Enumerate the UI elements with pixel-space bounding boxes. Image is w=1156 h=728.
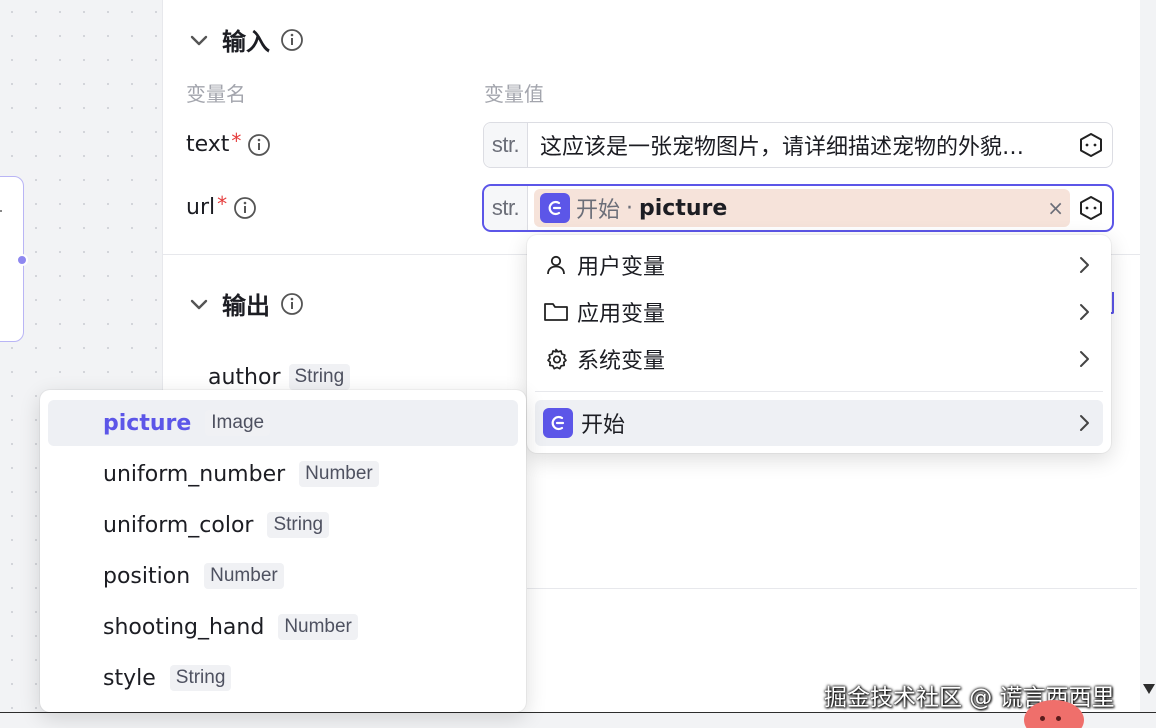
start-variables-submenu: picture Image uniform_number Number unif… [40, 390, 526, 712]
input-row-text-label: text * [186, 128, 271, 157]
folder-icon [543, 299, 569, 325]
input-name: url [186, 195, 216, 220]
submenu-item-uniform-color[interactable]: uniform_color String [48, 502, 518, 548]
type-badge: Number [278, 614, 358, 640]
info-icon[interactable] [233, 196, 257, 220]
start-node-icon [540, 193, 570, 223]
type-badge: String [169, 665, 232, 691]
chevron-right-icon [1073, 254, 1095, 276]
variable-picker-icon[interactable] [1074, 191, 1108, 225]
type-badge: String [288, 364, 351, 390]
user-icon [543, 252, 569, 278]
menu-item-user-variables[interactable]: 用户变量 [535, 243, 1103, 287]
menu-item-app-variables[interactable]: 应用变量 [535, 290, 1103, 334]
menu-divider [535, 391, 1103, 392]
output-row: author String [208, 364, 351, 390]
column-label-var-name: 变量名 [186, 82, 246, 106]
output-section-header[interactable]: 输出 [186, 286, 304, 321]
variable-picker-icon[interactable] [1074, 128, 1108, 162]
output-section-title: 输出 [222, 292, 270, 320]
gear-icon [543, 346, 569, 372]
variable-name: style [103, 665, 156, 691]
right-edge [1140, 0, 1156, 728]
node-edge-marker [0, 210, 2, 212]
menu-item-label: 开始 [581, 413, 626, 438]
output-name: author [208, 364, 281, 390]
node-connection-handle[interactable] [16, 254, 28, 266]
required-marker: * [231, 128, 242, 153]
menu-item-system-variables[interactable]: 系统变量 [535, 337, 1103, 381]
variable-name: shooting_hand [103, 614, 265, 640]
submenu-item-style[interactable]: style String [48, 655, 518, 701]
type-badge: Number [204, 563, 284, 589]
chip-source: 开始 [576, 198, 621, 223]
submenu-item-uniform-number[interactable]: uniform_number Number [48, 451, 518, 497]
type-badge: Number [299, 461, 379, 487]
variable-chip[interactable]: 开始 · picture × [534, 189, 1070, 227]
type-badge: String [267, 512, 330, 538]
chevron-right-icon [1073, 412, 1095, 434]
variable-name: position [103, 563, 191, 589]
variable-name: picture [103, 410, 192, 436]
mascot-eye [1040, 716, 1045, 721]
input-section-title: 输入 [222, 28, 270, 56]
menu-item-label: 用户变量 [577, 255, 666, 280]
mascot-eye [1056, 716, 1061, 721]
column-label-var-value: 变量值 [484, 82, 544, 106]
bottom-bar [0, 712, 1156, 728]
text-value-field[interactable]: str. 这应该是一张宠物图片，请详细描述宠物的外貌… [483, 122, 1113, 168]
variable-name: uniform_color [103, 512, 254, 538]
variable-category-menu: 用户变量 应用变量 系统变量 开始 [527, 235, 1111, 453]
menu-item-label: 应用变量 [577, 302, 666, 327]
input-section-header[interactable]: 输入 [186, 22, 304, 57]
section-divider [527, 588, 1137, 589]
type-tag[interactable]: str. [484, 186, 528, 230]
info-icon[interactable] [280, 292, 304, 316]
input-row-url-label: url * [186, 191, 257, 220]
input-name: text [186, 132, 230, 157]
url-value-field[interactable]: str. 开始 · picture × [483, 185, 1113, 231]
info-icon[interactable] [280, 28, 304, 52]
type-tag[interactable]: str. [484, 123, 528, 167]
close-icon[interactable]: × [1047, 196, 1064, 220]
chip-variable: picture [639, 195, 728, 221]
required-marker: * [217, 191, 228, 216]
chevron-right-icon [1073, 301, 1095, 323]
chevron-down-icon[interactable] [186, 27, 212, 53]
menu-item-start[interactable]: 开始 [535, 400, 1103, 446]
chevron-right-icon [1073, 348, 1095, 370]
chip-separator: · [626, 195, 634, 221]
variable-name: uniform_number [103, 461, 286, 487]
menu-item-label: 系统变量 [577, 349, 666, 374]
submenu-item-shooting-hand[interactable]: shooting_hand Number [48, 604, 518, 650]
start-node-icon [543, 408, 573, 438]
submenu-item-position[interactable]: position Number [48, 553, 518, 599]
submenu-item-picture[interactable]: picture Image [48, 400, 518, 446]
caret-down-icon [1143, 684, 1155, 694]
info-icon[interactable] [247, 133, 271, 157]
type-badge: Image [205, 410, 271, 436]
chevron-down-icon[interactable] [186, 291, 212, 317]
text-value[interactable]: 这应该是一张宠物图片，请详细描述宠物的外貌… [528, 129, 1074, 161]
